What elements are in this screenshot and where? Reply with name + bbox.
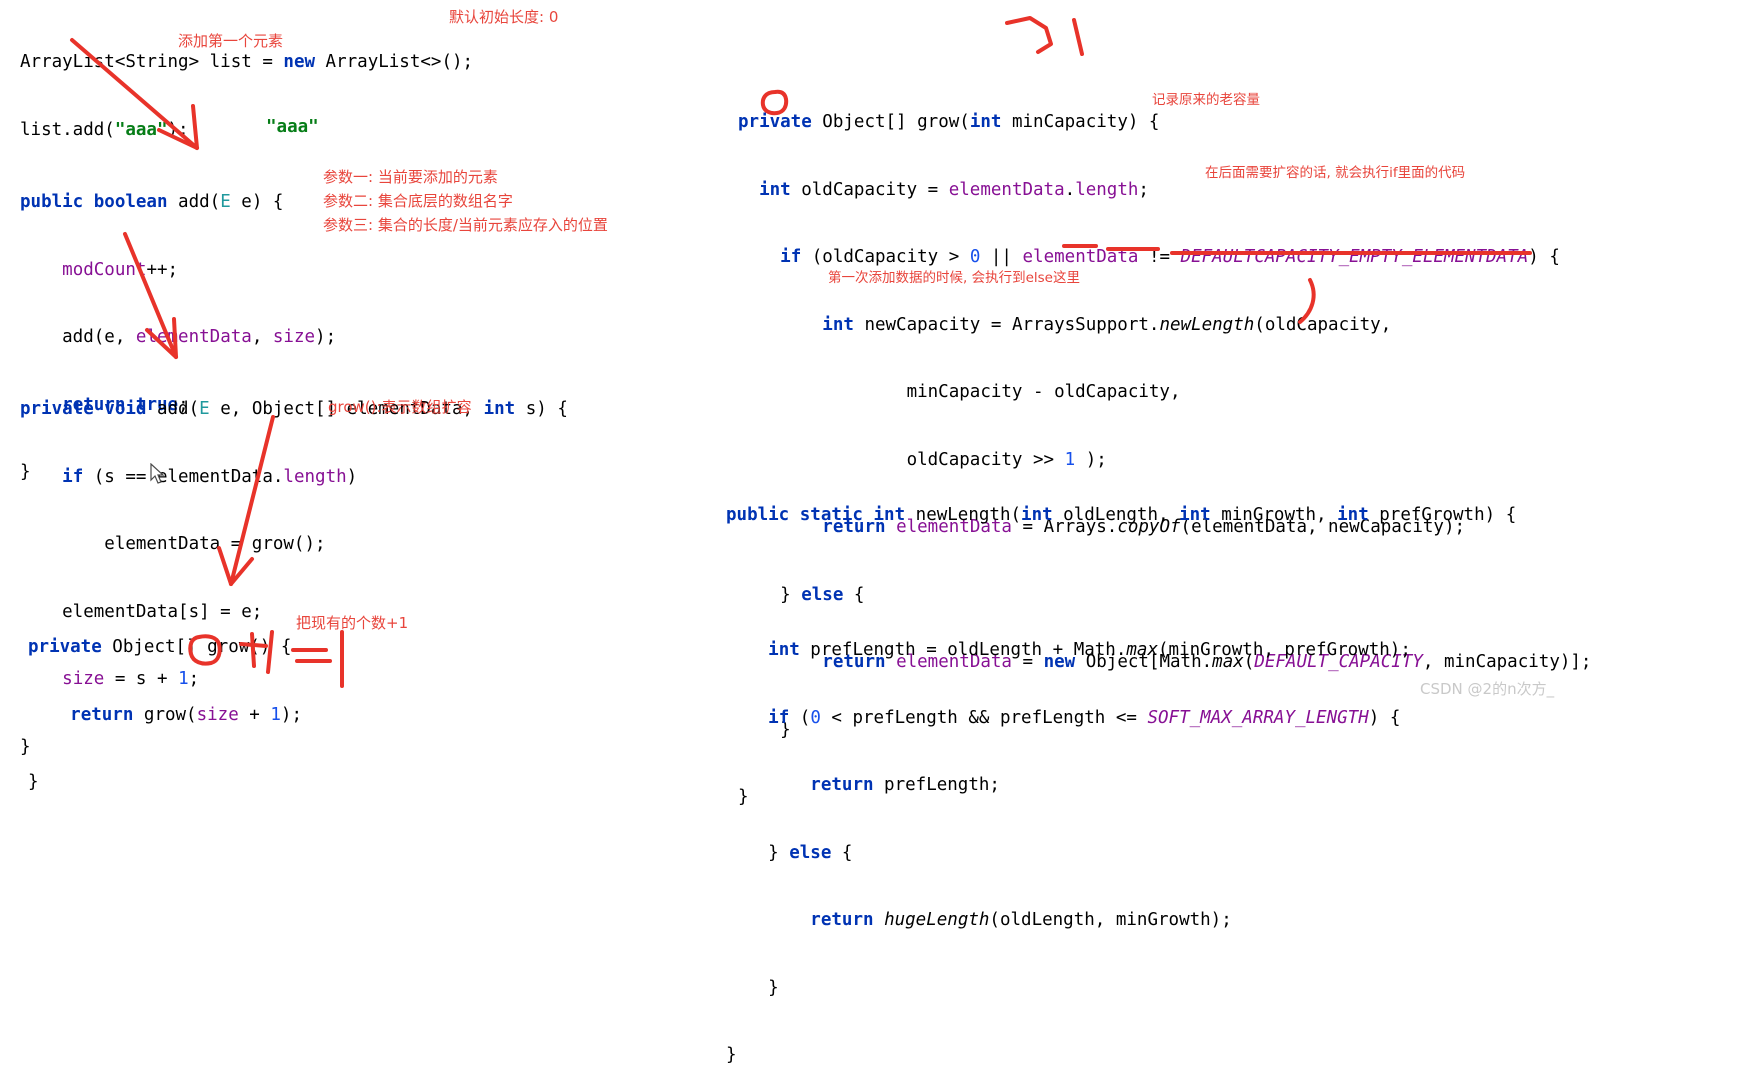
annotation-plus-one-count: 把现有的个数+1	[296, 614, 409, 632]
code-line: if (oldCapacity > 0 || elementData != DE…	[780, 247, 1560, 267]
annotation-add-first-element: 添加第一个元素	[178, 32, 284, 50]
code-line: private Object[] grow(int minCapacity) {	[738, 112, 1160, 132]
annotation-record-old-capacity: 记录原来的老容量	[1152, 92, 1260, 108]
code-block-main-snippet: ArrayList<String> list = new ArrayList<>…	[20, 6, 473, 164]
code-line: }	[726, 977, 779, 998]
annotation-param-one: 参数一: 当前要添加的元素	[323, 168, 498, 186]
code-line: return grow(size + 1);	[70, 704, 302, 725]
annotation-first-add-goes-else: 第一次添加数据的时候, 会执行到else这里	[828, 270, 1080, 286]
annotation-param-three: 参数三: 集合的长度/当前元素应存入的位置	[323, 216, 608, 234]
annotation-param-two: 参数二: 集合底层的数组名字	[323, 192, 513, 210]
code-line: return hugeLength(oldLength, minGrowth);	[810, 910, 1232, 930]
hook-mark-grow-header	[1005, 16, 1053, 54]
code-line: public boolean add(E e) {	[20, 192, 284, 212]
code-line: elementData = grow();	[20, 534, 326, 554]
mouse-cursor	[150, 463, 165, 484]
code-line: int newCapacity = ArraysSupport.newLengt…	[822, 314, 1392, 335]
code-block-grow-noargs: private Object[] grow() { return grow(si…	[28, 591, 302, 816]
code-line: }	[726, 1045, 737, 1065]
floating-string-literal: "aaa"	[266, 117, 319, 137]
code-line: list.add("aaa");	[20, 119, 189, 140]
code-line: if (0 < prefLength && prefLength <= SOFT…	[768, 707, 1401, 728]
annotation-grow-means-expand: grow():表示数组扩容	[328, 398, 472, 416]
annotation-if-branch-on-expand: 在后面需要扩容的话, 就会执行if里面的代码	[1205, 165, 1466, 181]
code-block-newlength: public static int newLength(int oldLengt…	[726, 459, 1516, 1089]
code-line: } else {	[726, 842, 853, 863]
code-line: private void add(E e, Object[] elementDa…	[20, 399, 568, 419]
watermark: CSDN @2的n次方_	[1420, 680, 1555, 698]
code-line: }	[28, 772, 39, 792]
code-line: public static int newLength(int oldLengt…	[726, 505, 1517, 525]
code-line: add(e, elementData, size);	[20, 327, 337, 347]
code-line: modCount++;	[62, 259, 179, 280]
code-line: private Object[] grow() {	[28, 637, 292, 657]
code-line: ArrayList<String> list = new ArrayList<>…	[20, 52, 474, 72]
code-line: if (s == elementData.length)	[62, 466, 358, 487]
code-line: minCapacity - oldCapacity,	[738, 382, 1181, 402]
vertical-stroke-top	[1072, 18, 1084, 56]
code-line: int prefLength = oldLength + Math.max(mi…	[768, 640, 1411, 660]
code-line: return prefLength;	[810, 775, 1000, 795]
annotation-default-init-length: 默认初始长度: 0	[449, 8, 559, 26]
